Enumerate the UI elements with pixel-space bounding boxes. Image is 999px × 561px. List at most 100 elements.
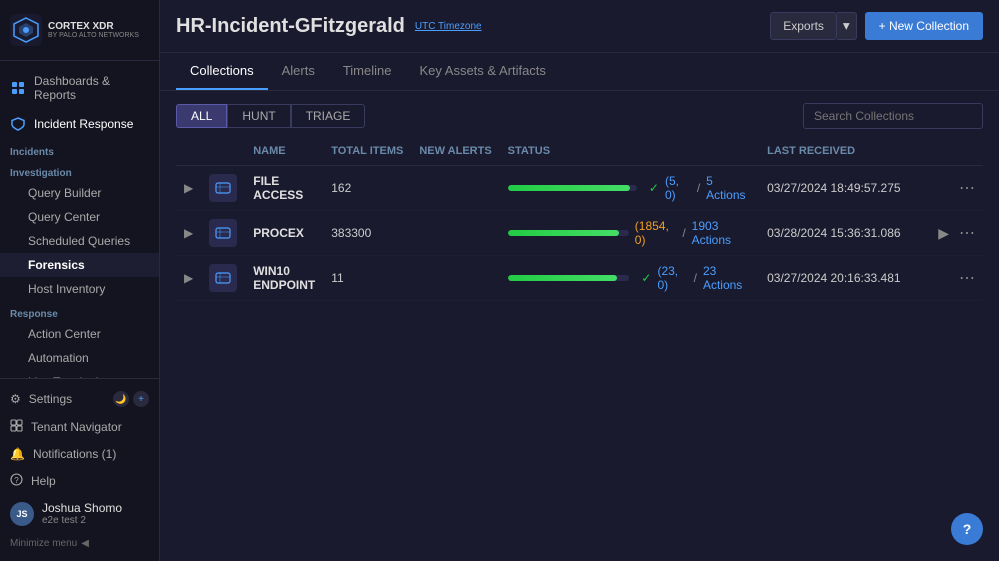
minimize-label: Minimize menu: [10, 538, 77, 549]
sidebar-item-automation[interactable]: Automation: [0, 346, 159, 370]
expand-icon[interactable]: ▶: [184, 271, 193, 285]
tab-alerts[interactable]: Alerts: [268, 53, 329, 90]
total-items-win10-endpoint: 11: [323, 256, 411, 301]
bell-icon: 🔔: [10, 447, 25, 461]
sidebar-item-help[interactable]: ? Help: [0, 467, 159, 495]
actions-link-win10-endpoint[interactable]: 23 Actions: [703, 264, 751, 292]
app-name: CORTEX XDR: [48, 21, 139, 32]
sidebar-label-dashboards: Dashboards & Reports: [34, 74, 149, 102]
collection-name-file-access[interactable]: FILE ACCESS: [253, 174, 303, 202]
sidebar-item-forensics[interactable]: Forensics: [0, 253, 159, 277]
collection-icon-file-access: [209, 174, 237, 202]
settings-label: Settings: [29, 392, 72, 406]
sidebar-item-incident-response[interactable]: Incident Response: [0, 109, 159, 139]
sidebar-item-query-center[interactable]: Query Center: [0, 205, 159, 229]
slash-separator: /: [682, 226, 685, 240]
tab-collections[interactable]: Collections: [176, 53, 268, 90]
settings-add[interactable]: +: [133, 391, 149, 407]
actions-link-procex[interactable]: 1903 Actions: [692, 219, 751, 247]
progress-bar-file-access: [508, 185, 637, 191]
tab-key-assets[interactable]: Key Assets & Artifacts: [405, 53, 559, 90]
sidebar-item-settings[interactable]: ⚙ Settings 🌙 +: [0, 385, 159, 413]
cortex-logo-icon: [10, 14, 42, 46]
filter-tabs: ALL HUNT TRIAGE: [176, 104, 365, 128]
chevron-down-icon: ▾: [843, 18, 850, 33]
status-check-icon: ✓: [641, 271, 651, 285]
user-sub: e2e test 2: [42, 515, 122, 526]
collection-icon-win10-endpoint: [209, 264, 237, 292]
total-items-procex: 383300: [323, 211, 411, 256]
row-actions-win10-endpoint: ⋯: [921, 268, 975, 288]
alert-count-win10-endpoint: (23, 0): [657, 264, 687, 292]
last-received-procex: 03/28/2024 15:36:31.086: [759, 211, 912, 256]
col-icon: [201, 137, 245, 166]
exports-button[interactable]: Exports: [770, 12, 837, 40]
new-collection-button[interactable]: + New Collection: [865, 12, 983, 40]
table-row: ▶ PROCEX 383300 (1854, 0) / 1903 Act: [176, 211, 983, 256]
tab-timeline[interactable]: Timeline: [329, 53, 406, 90]
sidebar-item-query-builder[interactable]: Query Builder: [0, 181, 159, 205]
col-new-alerts: NEW ALERTS: [411, 137, 499, 166]
expand-icon[interactable]: ▶: [184, 226, 193, 240]
new-alerts-procex: [411, 211, 499, 256]
avatar: JS: [10, 502, 34, 526]
col-actions: [913, 137, 983, 166]
table-row: ▶ WIN10 ENDPOINT 11 ✓ (23, 0) / 23 Ac: [176, 256, 983, 301]
progress-bar-procex: [508, 230, 629, 236]
more-options-icon[interactable]: ⋯: [959, 223, 975, 243]
sidebar-item-live-terminal[interactable]: Live Terminal: [0, 370, 159, 378]
collection-name-procex[interactable]: PROCEX: [253, 226, 304, 240]
section-response: Response: [0, 301, 159, 322]
sidebar-item-action-center[interactable]: Action Center: [0, 322, 159, 346]
sidebar-item-notifications[interactable]: 🔔 Notifications (1): [0, 441, 159, 467]
page-title: HR-Incident-GFitzgerald: [176, 15, 405, 38]
col-expand: [176, 137, 201, 166]
actions-link-file-access[interactable]: 5 Actions: [706, 174, 751, 202]
col-last-received: LAST RECEIVED: [759, 137, 912, 166]
play-icon[interactable]: ▶: [938, 225, 949, 242]
sidebar-item-scheduled-queries[interactable]: Scheduled Queries: [0, 229, 159, 253]
filter-hunt[interactable]: HUNT: [227, 104, 290, 128]
exports-dropdown-button[interactable]: ▾: [837, 12, 857, 40]
minimize-menu[interactable]: Minimize menu ◀: [0, 532, 159, 555]
sidebar-item-tenant-navigator[interactable]: Tenant Navigator: [0, 413, 159, 441]
search-input[interactable]: [803, 103, 983, 129]
new-alerts-file-access: [411, 166, 499, 211]
section-incidents: Incidents: [0, 139, 159, 160]
row-actions-file-access: ⋯: [921, 178, 975, 198]
sidebar-nav: Dashboards & Reports Incident Response I…: [0, 61, 159, 378]
collection-icon-procex: [209, 219, 237, 247]
col-name: NAME: [245, 137, 323, 166]
exports-button-group: Exports ▾: [770, 12, 856, 40]
filter-all[interactable]: ALL: [176, 104, 227, 128]
expand-icon[interactable]: ▶: [184, 181, 193, 195]
sidebar-item-host-inventory[interactable]: Host Inventory: [0, 277, 159, 301]
collection-name-win10-endpoint[interactable]: WIN10 ENDPOINT: [253, 264, 315, 292]
status-check-icon: ✓: [649, 181, 659, 195]
app-sub: BY PALO ALTO NETWORKS: [48, 32, 139, 39]
theme-toggle[interactable]: 🌙: [113, 391, 129, 407]
row-actions-procex: ▶ ⋯: [921, 223, 975, 243]
help-button[interactable]: ?: [951, 513, 983, 545]
col-total-items: TOTAL ITEMS: [323, 137, 411, 166]
new-alerts-win10-endpoint: [411, 256, 499, 301]
timezone-badge[interactable]: UTC Timezone: [415, 21, 482, 32]
user-name: Joshua Shomo: [42, 501, 122, 515]
nav-tabs: Collections Alerts Timeline Key Assets &…: [160, 53, 999, 91]
help-label: Help: [31, 474, 56, 488]
grid-icon: [10, 80, 26, 96]
collections-table: NAME TOTAL ITEMS NEW ALERTS STATUS LAST …: [176, 137, 983, 301]
help-circle-icon: ?: [10, 473, 23, 489]
slash-separator: /: [694, 271, 697, 285]
more-options-icon[interactable]: ⋯: [959, 178, 975, 198]
header-actions: Exports ▾ + New Collection: [770, 12, 983, 40]
more-options-icon[interactable]: ⋯: [959, 268, 975, 288]
sidebar-item-dashboards[interactable]: Dashboards & Reports: [0, 67, 159, 109]
page-header: HR-Incident-GFitzgerald UTC Timezone Exp…: [160, 0, 999, 53]
sidebar-bottom: ⚙ Settings 🌙 + Tenant Navigator 🔔 Notifi…: [0, 378, 159, 561]
svg-text:?: ?: [14, 476, 19, 485]
user-profile[interactable]: JS Joshua Shomo e2e test 2: [0, 495, 159, 532]
filter-triage[interactable]: TRIAGE: [291, 104, 366, 128]
shield-icon: [10, 116, 26, 132]
filter-bar: ALL HUNT TRIAGE: [160, 91, 999, 137]
